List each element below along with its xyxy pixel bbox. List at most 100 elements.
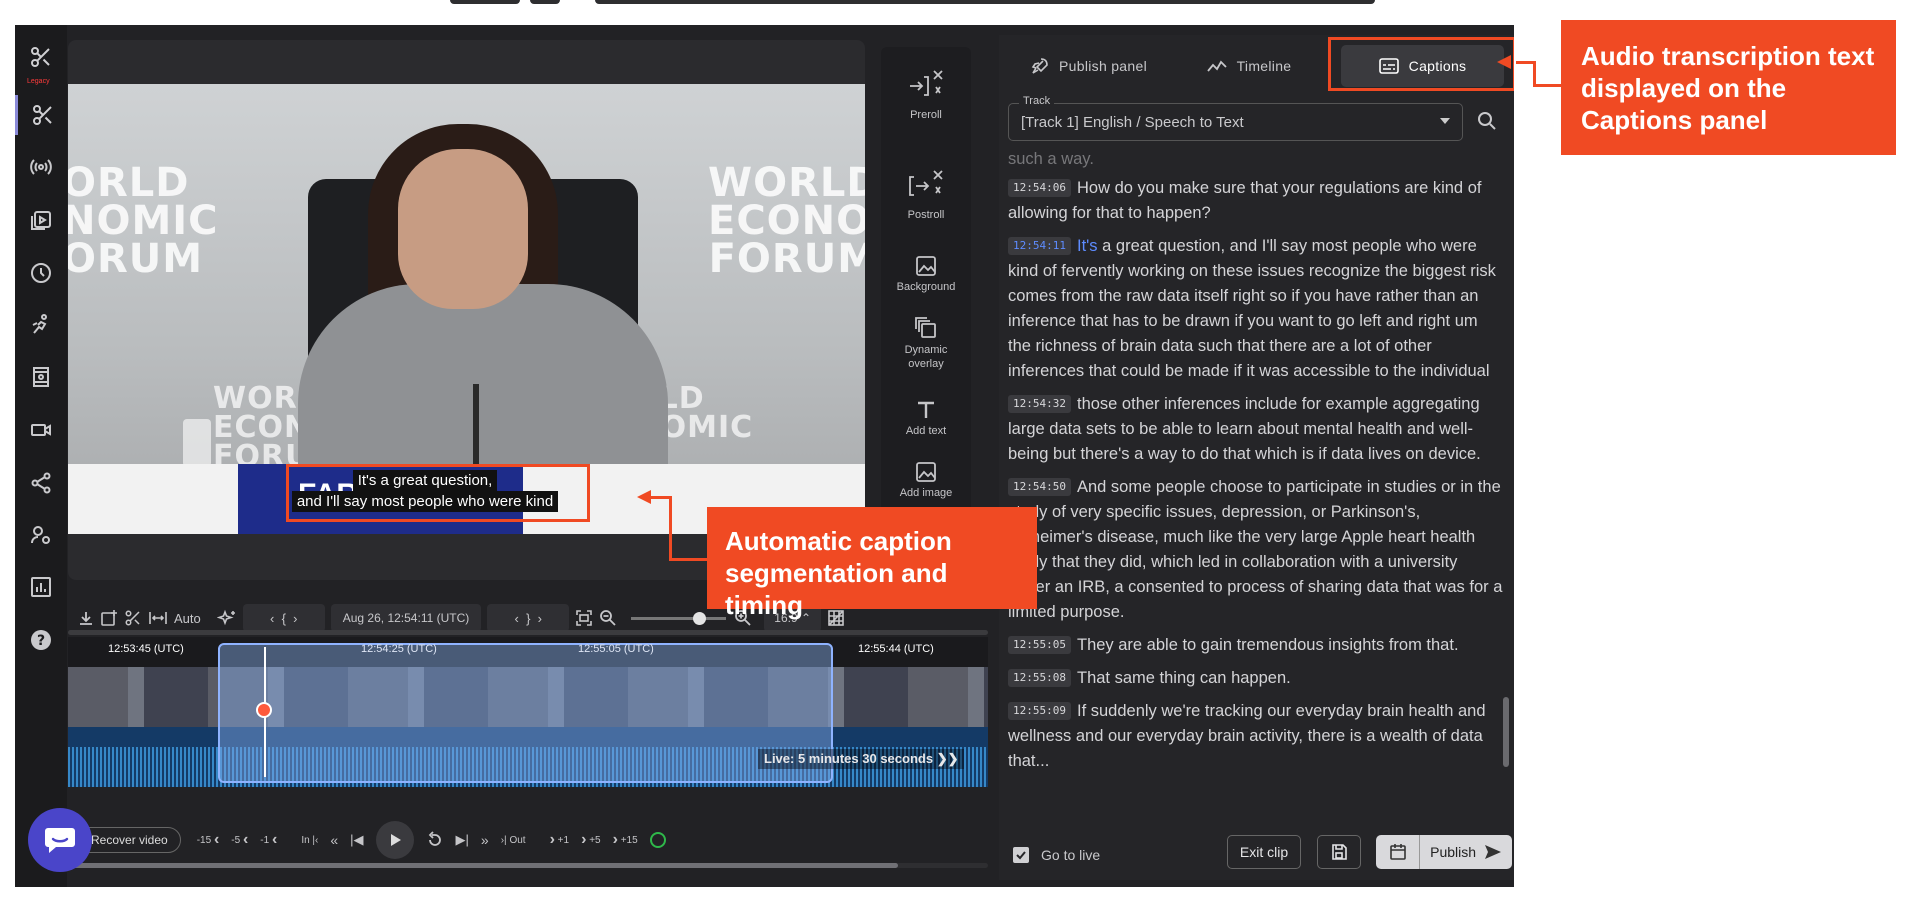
- jump-fwd-15[interactable]: › +15: [613, 831, 638, 849]
- timeline[interactable]: 12:53:45 (UTC) 12:54:25 (UTC) 12:55:05 (…: [68, 637, 988, 787]
- watermark-right: WORLD ECONOMIC FORUM: [708, 160, 865, 282]
- zoom-slider-knob[interactable]: [693, 611, 707, 625]
- transport-controls: Recover video -15 ‹ -5 ‹ -1 ‹ In |‹ « |◀…: [68, 820, 988, 860]
- panel-footer: Go to live Exit clip Publish: [999, 825, 1514, 880]
- water-glass: [183, 419, 211, 467]
- timeline-label: 12:53:45 (UTC): [108, 643, 184, 655]
- auto-button[interactable]: Auto: [174, 604, 201, 632]
- transcript-list[interactable]: such a way. 12:54:06 How do you make sure…: [1008, 147, 1503, 819]
- zoom-out-icon[interactable]: [599, 604, 617, 632]
- go-to-live-checkbox[interactable]: [1013, 847, 1029, 863]
- cut-icon[interactable]: [124, 604, 142, 632]
- add-image-tool[interactable]: Add image: [881, 461, 971, 499]
- jump-fwd-5[interactable]: › +5: [581, 831, 601, 849]
- tab-timeline[interactable]: Timeline: [1179, 45, 1319, 87]
- publish-button[interactable]: Publish: [1376, 835, 1512, 869]
- legacy-label: Legacy: [27, 78, 50, 85]
- fit-screen-icon[interactable]: [575, 604, 593, 632]
- clock-icon[interactable]: [15, 253, 67, 293]
- save-icon: [1332, 844, 1347, 860]
- scissors-legacy-icon[interactable]: [15, 37, 67, 77]
- zoom-slider[interactable]: [631, 611, 727, 625]
- transcript-lead: such a way.: [1008, 150, 1094, 168]
- play-button[interactable]: [375, 821, 414, 859]
- fast-forward-icon[interactable]: »: [481, 832, 489, 848]
- calendar-icon[interactable]: [1376, 835, 1420, 869]
- trend-icon: [1206, 60, 1227, 72]
- sport-icon[interactable]: [15, 305, 67, 345]
- add-frame-icon[interactable]: [100, 604, 118, 632]
- playhead-handle[interactable]: [256, 702, 272, 718]
- jump-back-5[interactable]: -5 ‹: [231, 831, 248, 849]
- timeline-label: 12:55:05 (UTC): [578, 643, 654, 655]
- broadcast-icon[interactable]: [15, 147, 67, 187]
- send-icon: [1484, 845, 1501, 859]
- arrow-icon: [1497, 55, 1511, 69]
- timeline-label: 12:55:44 (UTC): [858, 643, 934, 655]
- watermark-left: ORLD NOMIC ORUM: [68, 160, 219, 282]
- transcript-segment[interactable]: 12:55:09 If suddenly we're tracking our e…: [1008, 699, 1503, 774]
- postroll-tool[interactable]: Postroll: [881, 167, 971, 221]
- film-icon[interactable]: [15, 357, 67, 397]
- timestamp-display: Aug 26, 12:54:11 (UTC): [330, 604, 482, 632]
- speaker-head: [398, 149, 528, 309]
- scissors-icon[interactable]: [15, 95, 67, 135]
- clip-selection[interactable]: [218, 643, 833, 783]
- transcript-segment-current[interactable]: 12:54:11 It's a great question, and I'll …: [1008, 234, 1503, 384]
- search-icon[interactable]: [1477, 111, 1497, 136]
- live-indicator[interactable]: Live: 5 minutes 30 seconds ❯❯: [758, 749, 965, 769]
- transport-scrollbar[interactable]: [68, 863, 988, 868]
- chat-icon: [45, 828, 75, 853]
- analytics-icon[interactable]: [15, 567, 67, 607]
- dynamic-overlay-tool[interactable]: Dynamic overlay: [881, 317, 971, 371]
- set-out-button[interactable]: ›| Out: [501, 835, 526, 846]
- right-panel: Publish panel Timeline Captions [Track 1…: [999, 35, 1514, 880]
- app-window: Legacy ? ORLD NOMIC ORUM WORLD ECONO FOR…: [15, 25, 1514, 887]
- video-library-icon[interactable]: [15, 200, 67, 240]
- skip-end-icon[interactable]: ▶|: [456, 832, 469, 848]
- exit-clip-button[interactable]: Exit clip: [1227, 835, 1301, 869]
- speaker-body: [298, 284, 668, 474]
- svg-text:?: ?: [37, 633, 45, 649]
- go-to-live-label: Go to live: [1041, 847, 1101, 863]
- track-select[interactable]: [Track 1] English / Speech to Text: [1008, 103, 1463, 141]
- transcript-segment[interactable]: 12:54:06 How do you make sure that your r…: [1008, 176, 1503, 226]
- live-toggle[interactable]: [649, 832, 666, 848]
- help-icon[interactable]: ?: [15, 620, 67, 660]
- microphone: [473, 384, 479, 469]
- fit-width-icon[interactable]: [148, 604, 168, 632]
- share-icon[interactable]: [15, 463, 67, 503]
- add-text-tool[interactable]: Add text: [881, 399, 971, 437]
- jump-back-15[interactable]: -15 ‹: [197, 831, 220, 849]
- jump-back-1[interactable]: -1 ‹: [260, 831, 277, 849]
- captions-callout-connector: [1533, 84, 1561, 87]
- user-settings-icon[interactable]: [15, 515, 67, 555]
- tools-column: Preroll Postroll Background Dynamic over…: [881, 47, 971, 557]
- caption-callout-connector: [669, 558, 707, 561]
- transcript-segment[interactable]: 12:54:50 And some people choose to partic…: [1008, 475, 1503, 625]
- magic-icon[interactable]: [216, 604, 237, 632]
- save-button[interactable]: [1317, 835, 1361, 869]
- captions-callout: Audio transcription text displayed on th…: [1561, 20, 1896, 155]
- set-in-button[interactable]: In |‹: [301, 835, 318, 846]
- transcript-segment[interactable]: 12:54:32 those other inferences include f…: [1008, 392, 1503, 467]
- track-label: Track: [1019, 95, 1055, 107]
- mark-in-controls[interactable]: ‹ { ›: [242, 604, 325, 632]
- camera-icon[interactable]: [15, 410, 67, 450]
- tab-publish-panel[interactable]: Publish panel: [1009, 45, 1169, 87]
- arrow-icon: [637, 490, 651, 504]
- transcript-segment[interactable]: 12:55:08 That same thing can happen.: [1008, 666, 1503, 691]
- chat-button[interactable]: [28, 808, 92, 872]
- skip-start-icon[interactable]: |◀: [350, 832, 363, 848]
- transcript-segment[interactable]: 12:55:05 They are able to gain tremendous…: [1008, 633, 1503, 658]
- preroll-tool[interactable]: Preroll: [881, 67, 971, 121]
- caption-callout: Automatic caption segmentation and timin…: [707, 507, 1037, 620]
- download-icon[interactable]: [78, 604, 94, 632]
- rewind-icon[interactable]: «: [330, 832, 338, 848]
- replay-icon[interactable]: [426, 831, 444, 849]
- jump-fwd-1[interactable]: › +1: [550, 831, 570, 849]
- background-tool[interactable]: Background: [881, 255, 971, 293]
- timeline-scrollbar-top[interactable]: [68, 630, 988, 635]
- transcript-scrollbar[interactable]: [1503, 147, 1509, 807]
- mark-out-controls[interactable]: ‹ } ›: [487, 604, 570, 632]
